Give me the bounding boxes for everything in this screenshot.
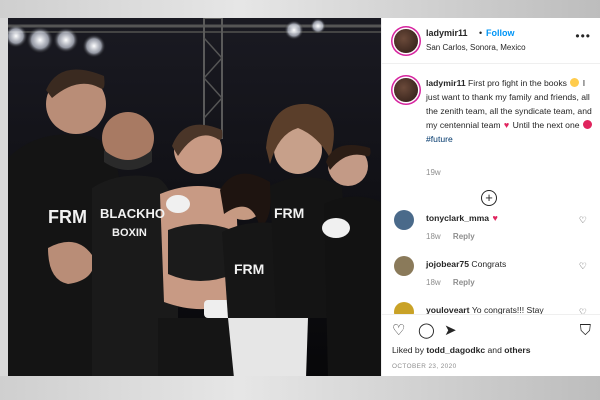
liked-by-prefix: Liked by [392, 345, 425, 355]
more-horizontal-icon[interactable]: ••• [575, 30, 591, 42]
caption-hashtag[interactable]: #future [426, 134, 453, 144]
separator-dot: • [479, 28, 483, 38]
liked-by-user[interactable]: todd_dagodkc [426, 345, 485, 355]
comment-text: Yo congrats!!! Stay [471, 305, 544, 314]
shirt-logo-3: BOXIN [112, 227, 147, 239]
photo-illustration: FRM BLACKHO BOXIN FRM FRM [8, 18, 381, 378]
follow-button[interactable]: Follow [486, 28, 515, 38]
author-avatar[interactable] [394, 29, 418, 53]
heart-icon[interactable]: ♡ [392, 323, 405, 339]
comment-username-link[interactable]: youloveart [426, 305, 469, 314]
devil-emoji-icon [582, 120, 592, 129]
comment-item: tonyclark_mma ♥ 18w Reply ♡ [382, 210, 600, 250]
red-heart-icon: ♥ [492, 213, 498, 223]
liked-by-and: and [487, 345, 502, 355]
comment-icon[interactable]: ◯ [418, 323, 435, 339]
post-actions: ♡ ◯ ➤ ⛉ Liked by todd_dagodkc and others… [382, 314, 600, 378]
post-date[interactable]: OCTOBER 23, 2020 [392, 363, 457, 370]
share-icon[interactable]: ➤ [444, 323, 457, 339]
reply-button[interactable]: Reply [453, 278, 475, 287]
comment-username-link[interactable]: jojobear75 [426, 259, 469, 269]
caption-body-1: First pro fight in the books [468, 78, 567, 88]
emoji-face-icon [570, 78, 580, 87]
post-location[interactable]: San Carlos, Sonora, Mexico [426, 43, 526, 52]
comment-time: 18w [426, 278, 441, 287]
author-username[interactable]: ladymir11 [426, 28, 468, 38]
comment-like-heart-icon[interactable]: ♡ [579, 307, 587, 314]
comment-item: youloveart Yo congrats!!! Stay ♡ [382, 302, 600, 314]
liked-by: Liked by todd_dagodkc and others [392, 345, 531, 355]
caption-timestamp: 19w [426, 168, 441, 177]
load-more-comments-icon[interactable]: + [481, 190, 497, 206]
post-side-panel: ladymir11 • Follow San Carlos, Sonora, M… [381, 18, 600, 378]
background-top-strip [0, 0, 600, 18]
comment-meta: 18w Reply [426, 278, 475, 287]
comment-avatar[interactable] [394, 256, 414, 276]
comment-meta: 18w Reply [426, 232, 475, 241]
shirt-logo-2: BLACKHO [100, 206, 165, 221]
shirt-logo-5: FRM [274, 205, 304, 221]
caption-body-3: Until the next one [512, 120, 580, 130]
comment-username: youloveart Yo congrats!!! Stay [426, 305, 544, 314]
shirt-logo-4: FRM [234, 261, 264, 277]
instagram-post: FRM BLACKHO BOXIN FRM FRM ladymir11 • Fo… [8, 18, 600, 378]
comment-username: tonyclark_mma ♥ [426, 213, 499, 223]
background-bottom-strip [0, 376, 600, 400]
comment-text: Congrats [471, 259, 507, 269]
shirt-logo-1: FRM [48, 207, 87, 227]
liked-by-others[interactable]: others [504, 345, 530, 355]
post-header: ladymir11 • Follow San Carlos, Sonora, M… [382, 18, 600, 64]
caption-text: ladymir11 First pro fight in the books I… [426, 76, 594, 146]
comment-like-heart-icon[interactable]: ♡ [579, 215, 587, 226]
comment-time: 18w [426, 232, 441, 241]
comment-avatar[interactable] [394, 302, 414, 314]
post-photo[interactable]: FRM BLACKHO BOXIN FRM FRM [8, 18, 381, 378]
comment-avatar[interactable] [394, 210, 414, 230]
comment-item: jojobear75 Congrats 18w Reply ♡ [382, 256, 600, 296]
reply-button[interactable]: Reply [453, 232, 475, 241]
comment-username-link[interactable]: tonyclark_mma [426, 213, 489, 223]
red-heart-icon: ♥ [503, 120, 510, 130]
comment-username: jojobear75 Congrats [426, 259, 506, 269]
bookmark-icon[interactable]: ⛉ [580, 323, 591, 339]
caption-avatar[interactable] [394, 78, 418, 102]
comment-like-heart-icon[interactable]: ♡ [579, 261, 587, 272]
caption-username[interactable]: ladymir11 [426, 78, 466, 88]
